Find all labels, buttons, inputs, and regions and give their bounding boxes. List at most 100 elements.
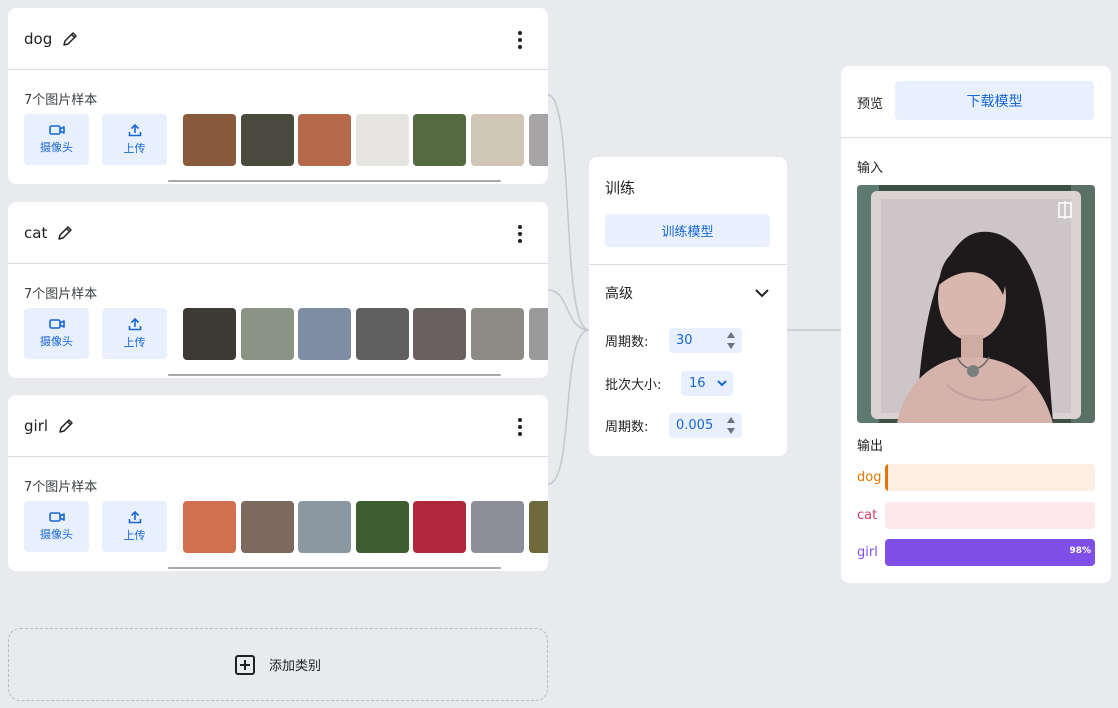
class-name[interactable]: dog — [24, 30, 52, 48]
output-class-label: girl — [857, 545, 878, 560]
horizontal-scrollbar[interactable] — [168, 567, 501, 569]
pencil-icon[interactable] — [62, 31, 78, 47]
horizontal-scrollbar[interactable] — [168, 374, 501, 376]
upload-icon — [128, 317, 141, 331]
more-options-icon[interactable] — [510, 417, 530, 437]
sample-thumbnail[interactable] — [528, 308, 548, 360]
chevron-down-icon — [755, 289, 769, 298]
epochs-row: 周期数: 30 — [605, 328, 742, 353]
sample-thumbnail[interactable] — [298, 501, 352, 553]
sample-thumbnail[interactable] — [528, 114, 548, 166]
sample-thumbnail[interactable] — [183, 308, 236, 360]
webcam-input-preview[interactable] — [857, 185, 1095, 423]
class-header: dog — [8, 8, 548, 70]
video-camera-icon — [48, 125, 65, 135]
advanced-label: 高级 — [605, 286, 633, 302]
webcam-button[interactable]: 摄像头 — [24, 501, 89, 552]
chevron-down-icon — [717, 380, 727, 387]
webcam-button[interactable]: 摄像头 — [24, 308, 89, 359]
more-options-icon[interactable] — [510, 30, 530, 50]
class-card: cat 7个图片样本 摄像头 上传 — [8, 202, 548, 378]
class-header: cat — [8, 202, 548, 264]
sample-thumbnail[interactable] — [240, 308, 294, 360]
spinner-arrows-icon[interactable] — [727, 417, 736, 434]
class-name[interactable]: cat — [24, 224, 47, 242]
sample-thumbnail[interactable] — [470, 501, 524, 553]
divider — [841, 137, 1111, 138]
sample-thumbnail[interactable] — [470, 308, 524, 360]
confidence-percent: 98% — [1069, 546, 1091, 556]
add-class-label: 添加类别 — [268, 659, 321, 674]
horizontal-scrollbar[interactable] — [168, 180, 501, 182]
output-row-dog: dog — [857, 464, 1095, 491]
learning-rate-label: 周期数: — [605, 420, 649, 435]
sample-count: 7个图片样本 — [24, 287, 98, 302]
sample-thumbnail[interactable] — [240, 501, 294, 553]
upload-button[interactable]: 上传 — [102, 308, 167, 359]
download-model-button[interactable]: 下载模型 — [895, 81, 1094, 120]
sample-thumbnails — [183, 501, 548, 553]
batch-size-row: 批次大小: 16 — [605, 371, 733, 396]
input-label: 输入 — [857, 161, 884, 176]
divider — [589, 264, 787, 265]
learning-rate-input[interactable]: 0.005 — [669, 413, 742, 438]
advanced-toggle[interactable]: 高级 — [605, 283, 770, 303]
class-header: girl — [8, 395, 548, 457]
sample-thumbnail[interactable] — [355, 308, 409, 360]
sample-thumbnail[interactable] — [413, 308, 467, 360]
sample-thumbnail[interactable] — [183, 501, 236, 553]
add-box-icon — [234, 654, 255, 675]
class-name[interactable]: girl — [24, 417, 48, 435]
confidence-bar — [885, 464, 1095, 491]
webcam-button[interactable]: 摄像头 — [24, 114, 89, 165]
sample-thumbnail[interactable] — [298, 114, 352, 166]
batch-size-select[interactable]: 16 — [681, 371, 733, 396]
input-image — [857, 185, 1095, 423]
confidence-fill: 98% — [885, 539, 1095, 566]
upload-button[interactable]: 上传 — [102, 114, 167, 165]
batch-size-value: 16 — [689, 376, 706, 391]
epochs-input[interactable]: 30 — [669, 328, 742, 353]
class-card: dog 7个图片样本 摄像头 上传 — [8, 8, 548, 184]
sample-count: 7个图片样本 — [24, 93, 98, 108]
sample-thumbnail[interactable] — [298, 308, 352, 360]
sample-count: 7个图片样本 — [24, 480, 98, 495]
sample-thumbnail[interactable] — [240, 114, 294, 166]
sample-thumbnail[interactable] — [470, 114, 524, 166]
train-model-button[interactable]: 训练模型 — [605, 214, 770, 247]
upload-button[interactable]: 上传 — [102, 501, 167, 552]
class-card: girl 7个图片样本 摄像头 上传 — [8, 395, 548, 571]
output-class-label: cat — [857, 508, 878, 523]
sample-thumbnail[interactable] — [528, 501, 548, 553]
training-title: 训练 — [605, 179, 636, 197]
pencil-icon[interactable] — [58, 418, 74, 434]
output-row-girl: girl 98% — [857, 539, 1095, 566]
sample-thumbnail[interactable] — [355, 114, 409, 166]
webcam-label: 摄像头 — [40, 335, 73, 348]
upload-icon — [128, 510, 141, 524]
training-panel: 训练 训练模型 高级 周期数: 30 批次大小: 16 周期数: 0.005 — [589, 157, 787, 456]
epochs-value: 30 — [676, 333, 693, 348]
pencil-icon[interactable] — [57, 225, 73, 241]
more-options-icon[interactable] — [510, 224, 530, 244]
upload-icon — [128, 123, 141, 137]
add-class-button[interactable]: 添加类别 — [8, 628, 548, 701]
preview-title: 预览 — [857, 97, 884, 112]
confidence-bar: 98% — [885, 539, 1095, 566]
confidence-bar — [885, 502, 1095, 529]
sample-thumbnail[interactable] — [413, 501, 467, 553]
upload-label: 上传 — [123, 336, 146, 349]
output-label: 输出 — [857, 439, 884, 454]
batch-size-label: 批次大小: — [605, 378, 662, 393]
sample-thumbnail[interactable] — [183, 114, 236, 166]
spinner-arrows-icon[interactable] — [727, 332, 736, 349]
webcam-label: 摄像头 — [40, 528, 73, 541]
video-camera-icon — [48, 512, 65, 522]
sample-thumbnail[interactable] — [413, 114, 467, 166]
webcam-label: 摄像头 — [40, 141, 73, 154]
learning-rate-value: 0.005 — [676, 418, 714, 433]
output-row-cat: cat — [857, 502, 1095, 529]
upload-label: 上传 — [123, 529, 146, 542]
epochs-label: 周期数: — [605, 335, 649, 350]
sample-thumbnail[interactable] — [355, 501, 409, 553]
